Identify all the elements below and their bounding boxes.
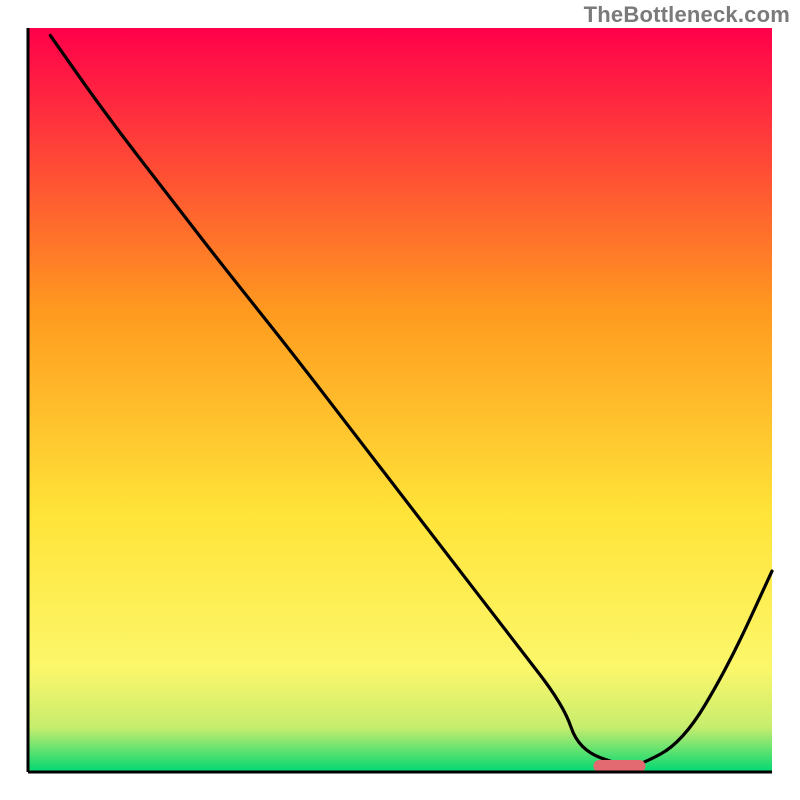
plot-background — [28, 28, 772, 772]
bottleneck-plot — [0, 0, 800, 800]
watermark-label: TheBottleneck.com — [584, 2, 790, 28]
sweet-spot-marker — [593, 760, 645, 772]
chart-stage: TheBottleneck.com — [0, 0, 800, 800]
